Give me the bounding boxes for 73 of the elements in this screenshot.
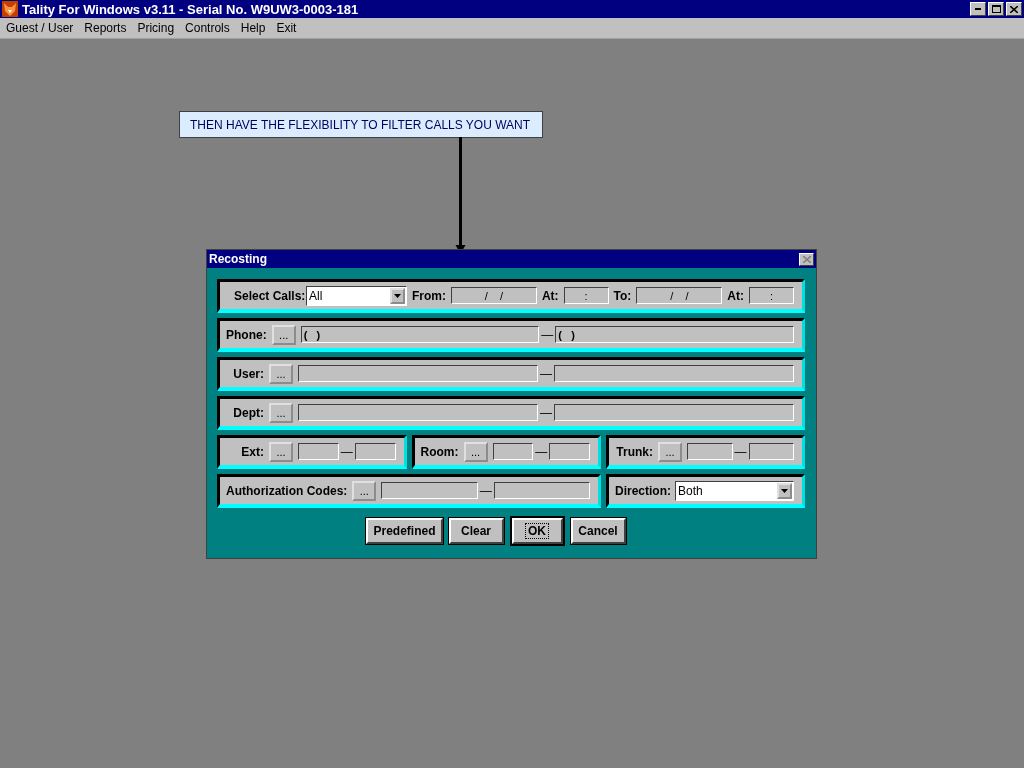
field-label: User: <box>232 366 264 381</box>
browse-button[interactable]: ... <box>269 402 293 423</box>
dialog-button[interactable]: Cancel <box>570 518 626 544</box>
field-label: At: <box>727 288 744 303</box>
browse-button[interactable]: ... <box>352 480 377 501</box>
range-dash: — <box>734 444 747 459</box>
maximize-icon <box>991 5 1001 13</box>
dialog-button[interactable]: Clear <box>448 518 504 544</box>
range-dash: — <box>540 366 552 381</box>
time-field[interactable]: : <box>563 287 609 304</box>
menu-item[interactable]: Pricing <box>137 21 180 35</box>
browse-button[interactable]: ... <box>269 441 293 462</box>
input-field[interactable] <box>554 404 794 421</box>
field-label: Room: <box>420 444 459 459</box>
callout-box: THEN HAVE THE FLEXIBILITY TO FILTER CALLS YOU WANT <box>179 111 543 138</box>
input-field[interactable] <box>493 482 590 499</box>
browse-button[interactable]: ... <box>463 441 488 462</box>
close-button[interactable] <box>799 252 814 266</box>
field-label: Phone: <box>226 327 267 342</box>
date-field[interactable]: / / <box>450 287 537 304</box>
browse-button[interactable]: ... <box>658 441 682 462</box>
minimize-icon <box>975 8 981 10</box>
field-label: From: <box>411 288 446 303</box>
app-icon <box>2 1 18 17</box>
menu-item[interactable]: Exit <box>276 21 302 35</box>
menu-item[interactable]: Reports <box>84 21 132 35</box>
minimize-button[interactable] <box>970 2 986 16</box>
date-field[interactable]: / / <box>636 287 723 304</box>
menu-item[interactable]: Guest / User <box>6 21 79 35</box>
menu-item[interactable]: Controls <box>185 21 235 35</box>
dropdown[interactable]: All <box>306 285 407 306</box>
input-field[interactable] <box>354 443 396 460</box>
caret-icon <box>781 488 788 493</box>
input-field[interactable] <box>549 443 590 460</box>
dialog-button[interactable]: Predefined <box>366 518 443 544</box>
time-field[interactable]: : <box>749 287 794 304</box>
range-dash: — <box>540 405 552 420</box>
field-label: Trunk: <box>615 444 653 459</box>
range-dash: — <box>340 444 353 459</box>
field-label: To: <box>613 288 632 303</box>
dropdown-button[interactable] <box>777 482 792 499</box>
input-field[interactable] <box>492 443 534 460</box>
phone-field[interactable]: ( ) <box>555 326 794 343</box>
menu-item[interactable]: Help <box>240 21 271 35</box>
input-field[interactable] <box>298 443 339 460</box>
input-field[interactable] <box>748 443 794 460</box>
close-button[interactable] <box>1006 2 1022 16</box>
caret-icon <box>393 293 401 298</box>
input-field[interactable] <box>554 365 794 382</box>
browse-button[interactable]: ... <box>269 363 293 384</box>
window-title: Tality For Windows v3.11 - Serial No. W9UW3-0003-181 <box>22 1 360 17</box>
input-field[interactable] <box>381 482 478 499</box>
range-dash: — <box>535 444 548 459</box>
field-label: Select Calls: <box>234 288 302 303</box>
phone-field[interactable]: ( ) <box>300 326 540 343</box>
close-icon <box>802 255 811 263</box>
dropdown[interactable]: Both <box>675 480 794 501</box>
range-dash: — <box>479 483 492 498</box>
input-field[interactable] <box>298 404 538 421</box>
close-icon <box>1010 5 1018 13</box>
dialog-button[interactable]: OK <box>511 518 563 544</box>
maximize-button[interactable] <box>988 2 1004 16</box>
field-label: Dept: <box>232 405 264 420</box>
field-label: Authorization Codes: <box>226 483 348 498</box>
browse-button[interactable]: ... <box>271 324 296 345</box>
input-field[interactable] <box>687 443 733 460</box>
dropdown-button[interactable] <box>389 287 405 304</box>
field-label: At: <box>541 288 559 303</box>
dialog-title: Recosting <box>209 252 267 266</box>
field-label: Direction: <box>615 483 671 498</box>
field-label: Ext: <box>240 444 264 459</box>
range-dash: — <box>541 327 554 342</box>
input-field[interactable] <box>298 365 538 382</box>
